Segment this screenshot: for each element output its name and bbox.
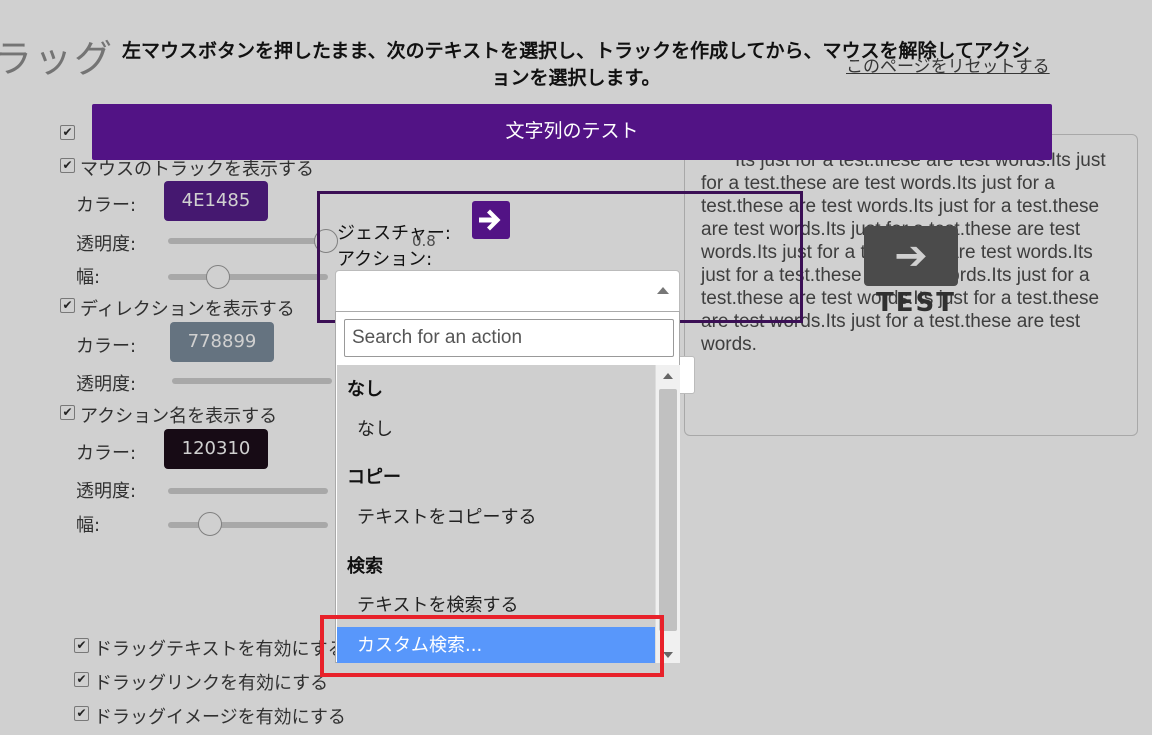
instruction-text: 左マウスボタンを押したまま、次のテキストを選択し、トラックを作成してから、マウス…	[121, 40, 1030, 89]
scrollbar-thumb[interactable]	[659, 389, 677, 631]
gesture-label: ジェスチャー:	[337, 223, 451, 244]
scroll-down-icon[interactable]	[663, 652, 673, 658]
option-copy-text[interactable]: テキストをコピーする	[337, 499, 655, 537]
caret-up-icon	[657, 287, 669, 294]
arrow-right-icon	[472, 201, 510, 239]
action-label: アクション:	[337, 249, 433, 270]
action-dropdown: なし なし コピー テキストをコピーする 検索 テキストを検索する カスタム検索…	[335, 311, 680, 663]
test-string-button[interactable]: 文字列のテスト	[92, 104, 1052, 160]
annotation-highlight-box	[320, 615, 664, 677]
group-header-copy: コピー	[347, 467, 401, 488]
option-none[interactable]: なし	[337, 411, 655, 449]
scroll-up-icon[interactable]	[663, 373, 673, 379]
group-header-search: 検索	[347, 556, 383, 577]
action-select[interactable]	[335, 270, 680, 312]
group-header-none: なし	[347, 379, 383, 400]
dropdown-side-tab	[680, 356, 695, 394]
action-search-input[interactable]	[344, 319, 674, 357]
